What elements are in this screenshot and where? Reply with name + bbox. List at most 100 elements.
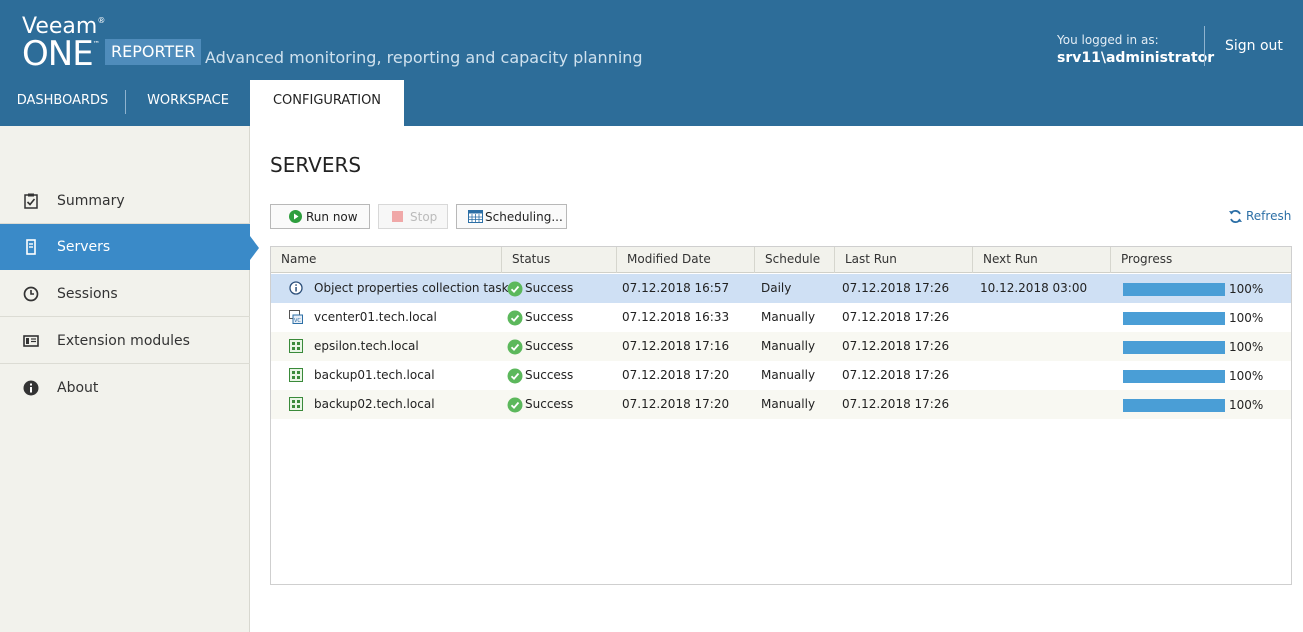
sidebar-item-label: Summary: [57, 193, 125, 209]
column-header-modified-date[interactable]: Modified Date: [617, 247, 755, 273]
cell-schedule: Manually: [761, 368, 816, 382]
cell-last-run: 07.12.2018 17:26: [842, 339, 950, 353]
servers-table: Name Status Modified Date Schedule Last …: [270, 246, 1292, 585]
header-divider: [1204, 26, 1205, 66]
vcenter-icon: VC: [289, 310, 303, 324]
cell-status: Success: [525, 397, 574, 411]
sidebar: Summary Servers Sessions Extension modul…: [0, 126, 259, 632]
info-icon: [23, 380, 39, 396]
cell-status: Success: [525, 339, 574, 353]
sidebar-item-extension-modules[interactable]: Extension modules: [0, 318, 250, 364]
tab-dashboards[interactable]: DASHBOARDS: [0, 80, 125, 126]
table-row[interactable]: backup02.tech.local Success 07.12.2018 1…: [271, 390, 1291, 419]
cell-schedule: Manually: [761, 339, 816, 353]
success-icon: [507, 339, 523, 355]
cell-name: backup02.tech.local: [314, 397, 435, 411]
column-header-last-run[interactable]: Last Run: [835, 247, 973, 273]
progress-bar: [1123, 341, 1225, 354]
logged-in-label: You logged in as:: [1057, 33, 1159, 47]
cell-modified-date: 07.12.2018 17:16: [622, 339, 730, 353]
cell-name: Object properties collection task: [314, 281, 509, 295]
cell-schedule: Manually: [761, 310, 816, 324]
sidebar-item-label: Extension modules: [57, 333, 190, 349]
backup-server-icon: [289, 397, 303, 411]
cell-progress-label: 100%: [1229, 311, 1264, 325]
refresh-label: Refresh: [1246, 209, 1292, 223]
tab-configuration[interactable]: CONFIGURATION: [250, 80, 404, 126]
user-name: srv11\administrator: [1057, 50, 1215, 66]
table-row[interactable]: epsilon.tech.local Success 07.12.2018 17…: [271, 332, 1291, 361]
cell-modified-date: 07.12.2018 17:20: [622, 397, 730, 411]
cell-progress-label: 100%: [1229, 340, 1264, 354]
cell-last-run: 07.12.2018 17:26: [842, 368, 950, 382]
backup-server-icon: [289, 368, 303, 382]
cell-status: Success: [525, 368, 574, 382]
backup-server-icon: [289, 339, 303, 353]
stop-button[interactable]: Stop: [378, 204, 448, 229]
sidebar-item-summary[interactable]: Summary: [0, 178, 250, 224]
success-icon: [507, 281, 523, 297]
cell-last-run: 07.12.2018 17:26: [842, 310, 950, 324]
info-icon: [289, 281, 303, 295]
cell-schedule: Daily: [761, 281, 792, 295]
table-header: Name Status Modified Date Schedule Last …: [271, 247, 1291, 273]
column-header-name[interactable]: Name: [271, 247, 502, 273]
progress-bar: [1123, 283, 1225, 296]
cell-name: epsilon.tech.local: [314, 339, 419, 353]
run-now-button[interactable]: Run now: [270, 204, 370, 229]
play-icon: [289, 210, 302, 223]
module-icon: [23, 335, 39, 347]
column-header-status[interactable]: Status: [502, 247, 617, 273]
scheduling-label: Scheduling...: [485, 210, 563, 224]
clipboard-check-icon: [24, 193, 38, 209]
cell-last-run: 07.12.2018 17:26: [842, 281, 950, 295]
progress-fill: [1123, 341, 1225, 354]
progress-fill: [1123, 370, 1225, 383]
cell-next-run: 10.12.2018 03:00: [980, 281, 1088, 295]
progress-bar: [1123, 370, 1225, 383]
cell-name: backup01.tech.local: [314, 368, 435, 382]
logo-product-mark: ™: [92, 40, 100, 48]
sidebar-item-label: Sessions: [57, 286, 118, 302]
cell-status: Success: [525, 281, 574, 295]
sidebar-item-sessions[interactable]: Sessions: [0, 271, 250, 317]
sidebar-item-label: Servers: [57, 239, 111, 255]
stop-icon: [392, 211, 403, 222]
sign-out-link[interactable]: Sign out: [1225, 38, 1283, 54]
progress-bar: [1123, 312, 1225, 325]
sidebar-item-label: About: [57, 380, 99, 396]
table-row[interactable]: VC vcenter01.tech.local Success 07.12.20…: [271, 303, 1291, 332]
success-icon: [507, 397, 523, 413]
success-icon: [507, 310, 523, 326]
column-header-progress[interactable]: Progress: [1111, 247, 1291, 273]
cell-progress-label: 100%: [1229, 282, 1264, 296]
cell-last-run: 07.12.2018 17:26: [842, 397, 950, 411]
progress-bar: [1123, 399, 1225, 412]
scheduling-button[interactable]: Scheduling...: [456, 204, 567, 229]
logo-product: ONE: [22, 34, 94, 74]
column-header-schedule[interactable]: Schedule: [755, 247, 835, 273]
server-icon: [26, 239, 36, 255]
table-row[interactable]: backup01.tech.local Success 07.12.2018 1…: [271, 361, 1291, 390]
progress-fill: [1123, 312, 1225, 325]
cell-status: Success: [525, 310, 574, 324]
cell-schedule: Manually: [761, 397, 816, 411]
sidebar-item-about[interactable]: About: [0, 365, 250, 411]
sidebar-item-servers[interactable]: Servers: [0, 224, 250, 270]
table-row[interactable]: Object properties collection task Succes…: [271, 274, 1291, 303]
tagline: Advanced monitoring, reporting and capac…: [205, 48, 643, 67]
cell-progress-label: 100%: [1229, 369, 1264, 383]
cell-modified-date: 07.12.2018 16:57: [622, 281, 730, 295]
page-title: SERVERS: [270, 153, 362, 177]
cell-modified-date: 07.12.2018 17:20: [622, 368, 730, 382]
tab-workspace[interactable]: WORKSPACE: [126, 80, 250, 126]
column-header-next-run[interactable]: Next Run: [973, 247, 1111, 273]
logo-brand-mark: ®: [97, 16, 106, 25]
progress-fill: [1123, 399, 1225, 412]
cell-modified-date: 07.12.2018 16:33: [622, 310, 730, 324]
svg-text:VC: VC: [294, 318, 301, 324]
active-item-arrow: [250, 236, 259, 260]
refresh-icon: [1229, 210, 1242, 223]
user-info: You logged in as: srv11\administrator: [1057, 33, 1214, 66]
success-icon: [507, 368, 523, 384]
